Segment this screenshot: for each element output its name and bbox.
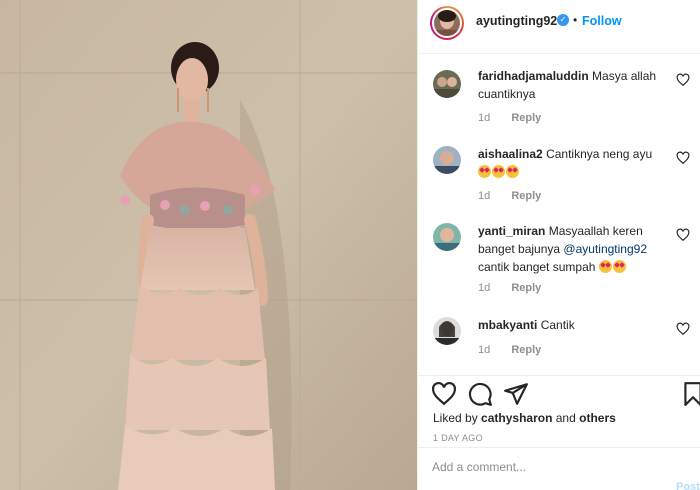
comment-body-continued: cantik banget sumpah [478,260,596,274]
comment-text: aishaalina2 Cantiknya neng ayu [478,145,678,181]
comment-age: 1d [478,190,491,202]
post-comment-button[interactable]: Post [676,481,700,490]
follow-button[interactable]: Follow [582,14,622,28]
comment-text: mbakyanti Cantik [478,316,678,334]
post-photo[interactable] [0,0,417,490]
heart-eyes-emoji-icon [478,165,491,178]
comment-text: faridhadjamaluddin Masya allah cuantikny… [478,67,678,103]
comment-mention[interactable]: @ayutingting92 [563,242,647,256]
comment-username[interactable]: faridhadjamaluddin [478,69,589,83]
comment-like-heart-icon[interactable] [676,73,690,87]
bookmark-icon[interactable] [680,381,700,407]
reply-button[interactable]: Reply [511,190,541,202]
heart-eyes-emoji-icon [492,165,505,178]
verified-icon: ✓ [557,14,569,26]
comment-body: Cantik [540,318,575,332]
comment-age: 1d [478,344,491,356]
comment-like-heart-icon[interactable] [676,322,690,336]
liked-prefix: Liked by [433,411,478,425]
commenter-avatar[interactable] [433,70,461,98]
add-comment-bar: Post [418,447,700,490]
liked-by-user[interactable]: cathysharon [481,411,552,425]
comment-text: yanti_miran Masyaallah keren banget baju… [478,222,678,276]
comment-username[interactable]: mbakyanti [478,318,537,332]
profile-avatar[interactable] [430,6,464,40]
reply-button[interactable]: Reply [511,344,541,356]
share-icon[interactable] [503,381,529,407]
comment-username[interactable]: aishaalina2 [478,147,543,161]
comment-age: 1d [478,282,491,294]
commenter-avatar[interactable] [433,317,461,345]
liked-and: and [555,411,576,425]
comment-age: 1d [478,112,491,124]
comment-meta: 1d Reply [478,344,541,356]
comment-meta: 1d Reply [478,112,541,124]
header-username[interactable]: ayutingting92 [476,14,557,28]
reply-button[interactable]: Reply [511,112,541,124]
liked-by-text: Liked by cathysharon and others [433,411,616,425]
commenter-avatar[interactable] [433,146,461,174]
comment-like-heart-icon[interactable] [676,151,690,165]
heart-icon[interactable] [431,381,457,407]
comment-meta: 1d Reply [478,190,541,202]
heart-eyes-emoji-icon [598,260,612,273]
post-actions: Liked by cathysharon and others 1 DAY AG… [418,375,700,490]
post-sidebar: ayutingting92 ✓ • Follow faridhadjamalud… [417,0,700,490]
comment-username[interactable]: yanti_miran [478,224,545,238]
liked-others-link[interactable]: others [579,411,616,425]
heart-eyes-emoji-icon [612,260,626,273]
commenter-avatar[interactable] [433,223,461,251]
post-header: ayutingting92 ✓ • Follow [418,0,700,54]
post-image [0,0,417,490]
reply-button[interactable]: Reply [511,282,541,294]
comments-list[interactable]: faridhadjamaluddin Masya allah cuantikny… [418,55,700,375]
comment-like-heart-icon[interactable] [676,228,690,242]
heart-eyes-emoji-icon [506,165,519,178]
comment-icon[interactable] [467,381,493,407]
comment-meta: 1d Reply [478,282,541,294]
comment-input[interactable] [432,458,662,476]
comment-body: Cantiknya neng ayu [546,147,653,161]
separator-dot: • [573,13,578,27]
post-timestamp: 1 DAY AGO [433,433,483,443]
